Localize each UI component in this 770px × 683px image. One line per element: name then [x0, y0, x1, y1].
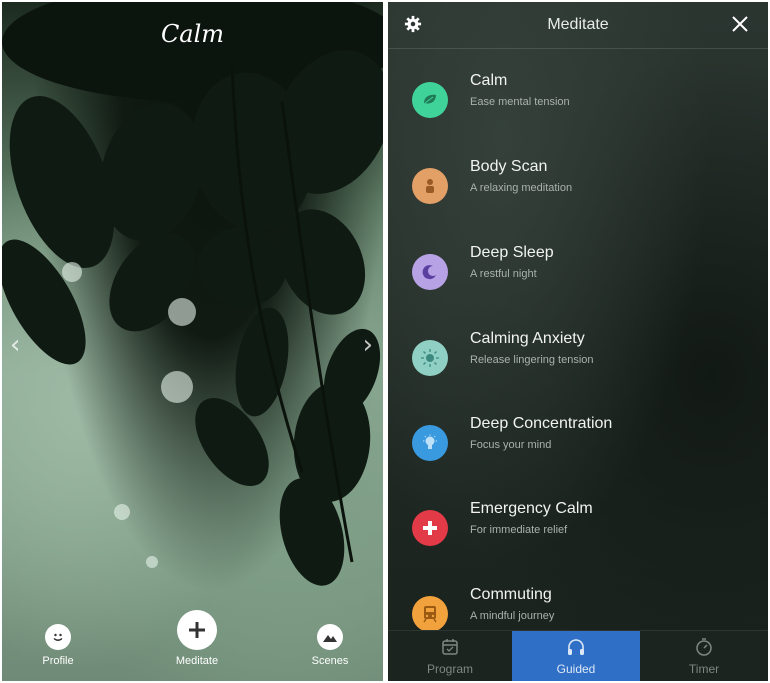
plus-icon — [177, 610, 217, 650]
session-description: A mindful journey — [470, 610, 555, 622]
session-description: Release lingering tension — [470, 354, 594, 366]
session-deep-sleep[interactable]: Deep Sleep A restful night — [388, 244, 768, 314]
session-name: Emergency Calm — [470, 500, 593, 517]
tab-guided-label: Guided — [556, 662, 596, 676]
rain-leaves-scene — [2, 2, 383, 586]
leaf-icon — [412, 82, 448, 118]
session-description: A restful night — [470, 268, 537, 280]
tab-program-label: Program — [426, 662, 473, 676]
session-name: Calm — [470, 72, 508, 89]
headphones-icon — [568, 639, 584, 655]
session-name: Deep Concentration — [470, 415, 613, 432]
calendar-icon — [442, 639, 458, 655]
scenes-label: Scenes — [311, 655, 349, 667]
meditate-button[interactable]: Meditate — [162, 610, 232, 667]
profile-button[interactable]: Profile — [30, 624, 86, 667]
calm-logo: Calm — [160, 20, 225, 48]
session-name: Calming Anxiety — [470, 330, 585, 347]
bottom-tab-bar: Program Guided Timer — [388, 630, 768, 681]
session-name: Deep Sleep — [470, 244, 554, 261]
session-description: Focus your mind — [470, 439, 552, 451]
session-name: Body Scan — [470, 158, 548, 175]
previous-scene-arrow[interactable]: ‹ — [10, 330, 20, 360]
person-icon — [412, 168, 448, 204]
stopwatch-icon — [696, 638, 712, 656]
session-calm[interactable]: Calm Ease mental tension — [388, 72, 768, 142]
session-description: For immediate relief — [470, 524, 568, 536]
session-emergency-calm[interactable]: Emergency Calm For immediate relief — [388, 500, 768, 570]
profile-label: Profile — [42, 655, 74, 667]
moon-icon — [412, 254, 448, 290]
smiley-icon — [45, 624, 71, 650]
scene-panel: Calm ‹ › Profile Meditate Scenes — [2, 2, 383, 681]
close-icon[interactable] — [730, 14, 750, 34]
tab-timer[interactable]: Timer — [640, 631, 768, 681]
session-calming-anxiety[interactable]: Calming Anxiety Release lingering tensio… — [388, 330, 768, 400]
mountain-icon — [317, 624, 343, 650]
tab-guided[interactable]: Guided — [512, 631, 640, 681]
scenes-button[interactable]: Scenes — [302, 624, 358, 667]
bulb-icon — [412, 425, 448, 461]
sun-icon — [412, 340, 448, 376]
session-description: A relaxing meditation — [470, 182, 573, 194]
train-icon — [412, 596, 448, 632]
session-body-scan[interactable]: Body Scan A relaxing meditation — [388, 158, 768, 228]
tab-timer-label: Timer — [688, 662, 720, 676]
session-deep-concentration[interactable]: Deep Concentration Focus your mind — [388, 415, 768, 485]
meditate-label: Meditate — [175, 655, 219, 667]
session-description: Ease mental tension — [470, 96, 570, 108]
page-title: Meditate — [547, 16, 609, 33]
session-name: Commuting — [470, 586, 552, 603]
next-scene-arrow[interactable]: › — [363, 330, 373, 360]
tab-program[interactable]: Program — [388, 631, 512, 681]
meditate-panel: Meditate Calm Ease mental tension Body S… — [388, 2, 768, 681]
meditate-header: Meditate — [388, 2, 768, 49]
cross-icon — [412, 510, 448, 546]
